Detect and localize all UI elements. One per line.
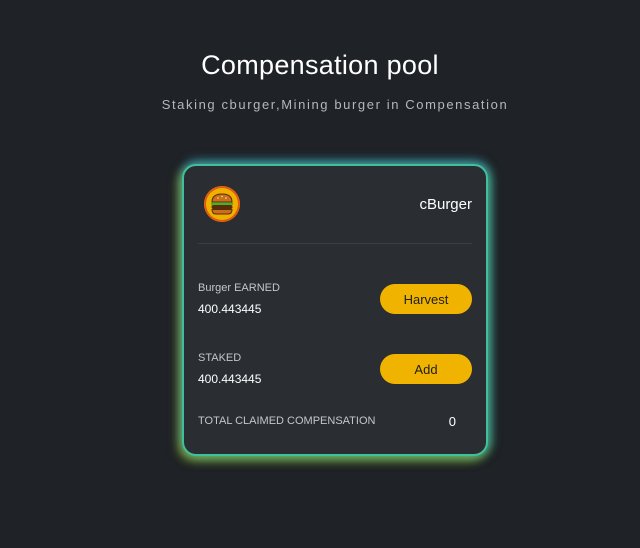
burger-icon xyxy=(204,186,240,222)
add-button[interactable]: Add xyxy=(380,354,472,384)
staked-value: 400.443445 xyxy=(198,372,262,386)
staked-label: STAKED xyxy=(198,352,242,364)
page-subtitle: Staking cburger,Mining burger in Compens… xyxy=(161,97,509,112)
compensation-pool-card: cBurger Burger EARNED 400.443445 Harvest… xyxy=(182,164,488,456)
earned-value: 400.443445 xyxy=(198,302,262,316)
harvest-button[interactable]: Harvest xyxy=(380,284,472,314)
divider xyxy=(198,243,472,244)
token-name: cBurger xyxy=(419,196,472,213)
total-claimed-value: 0 xyxy=(448,414,456,429)
earned-label: Burger EARNED xyxy=(198,282,280,294)
page-title: Compensation pool xyxy=(201,50,439,80)
total-claimed-label: TOTAL CLAIMED COMPENSATION xyxy=(198,415,376,427)
